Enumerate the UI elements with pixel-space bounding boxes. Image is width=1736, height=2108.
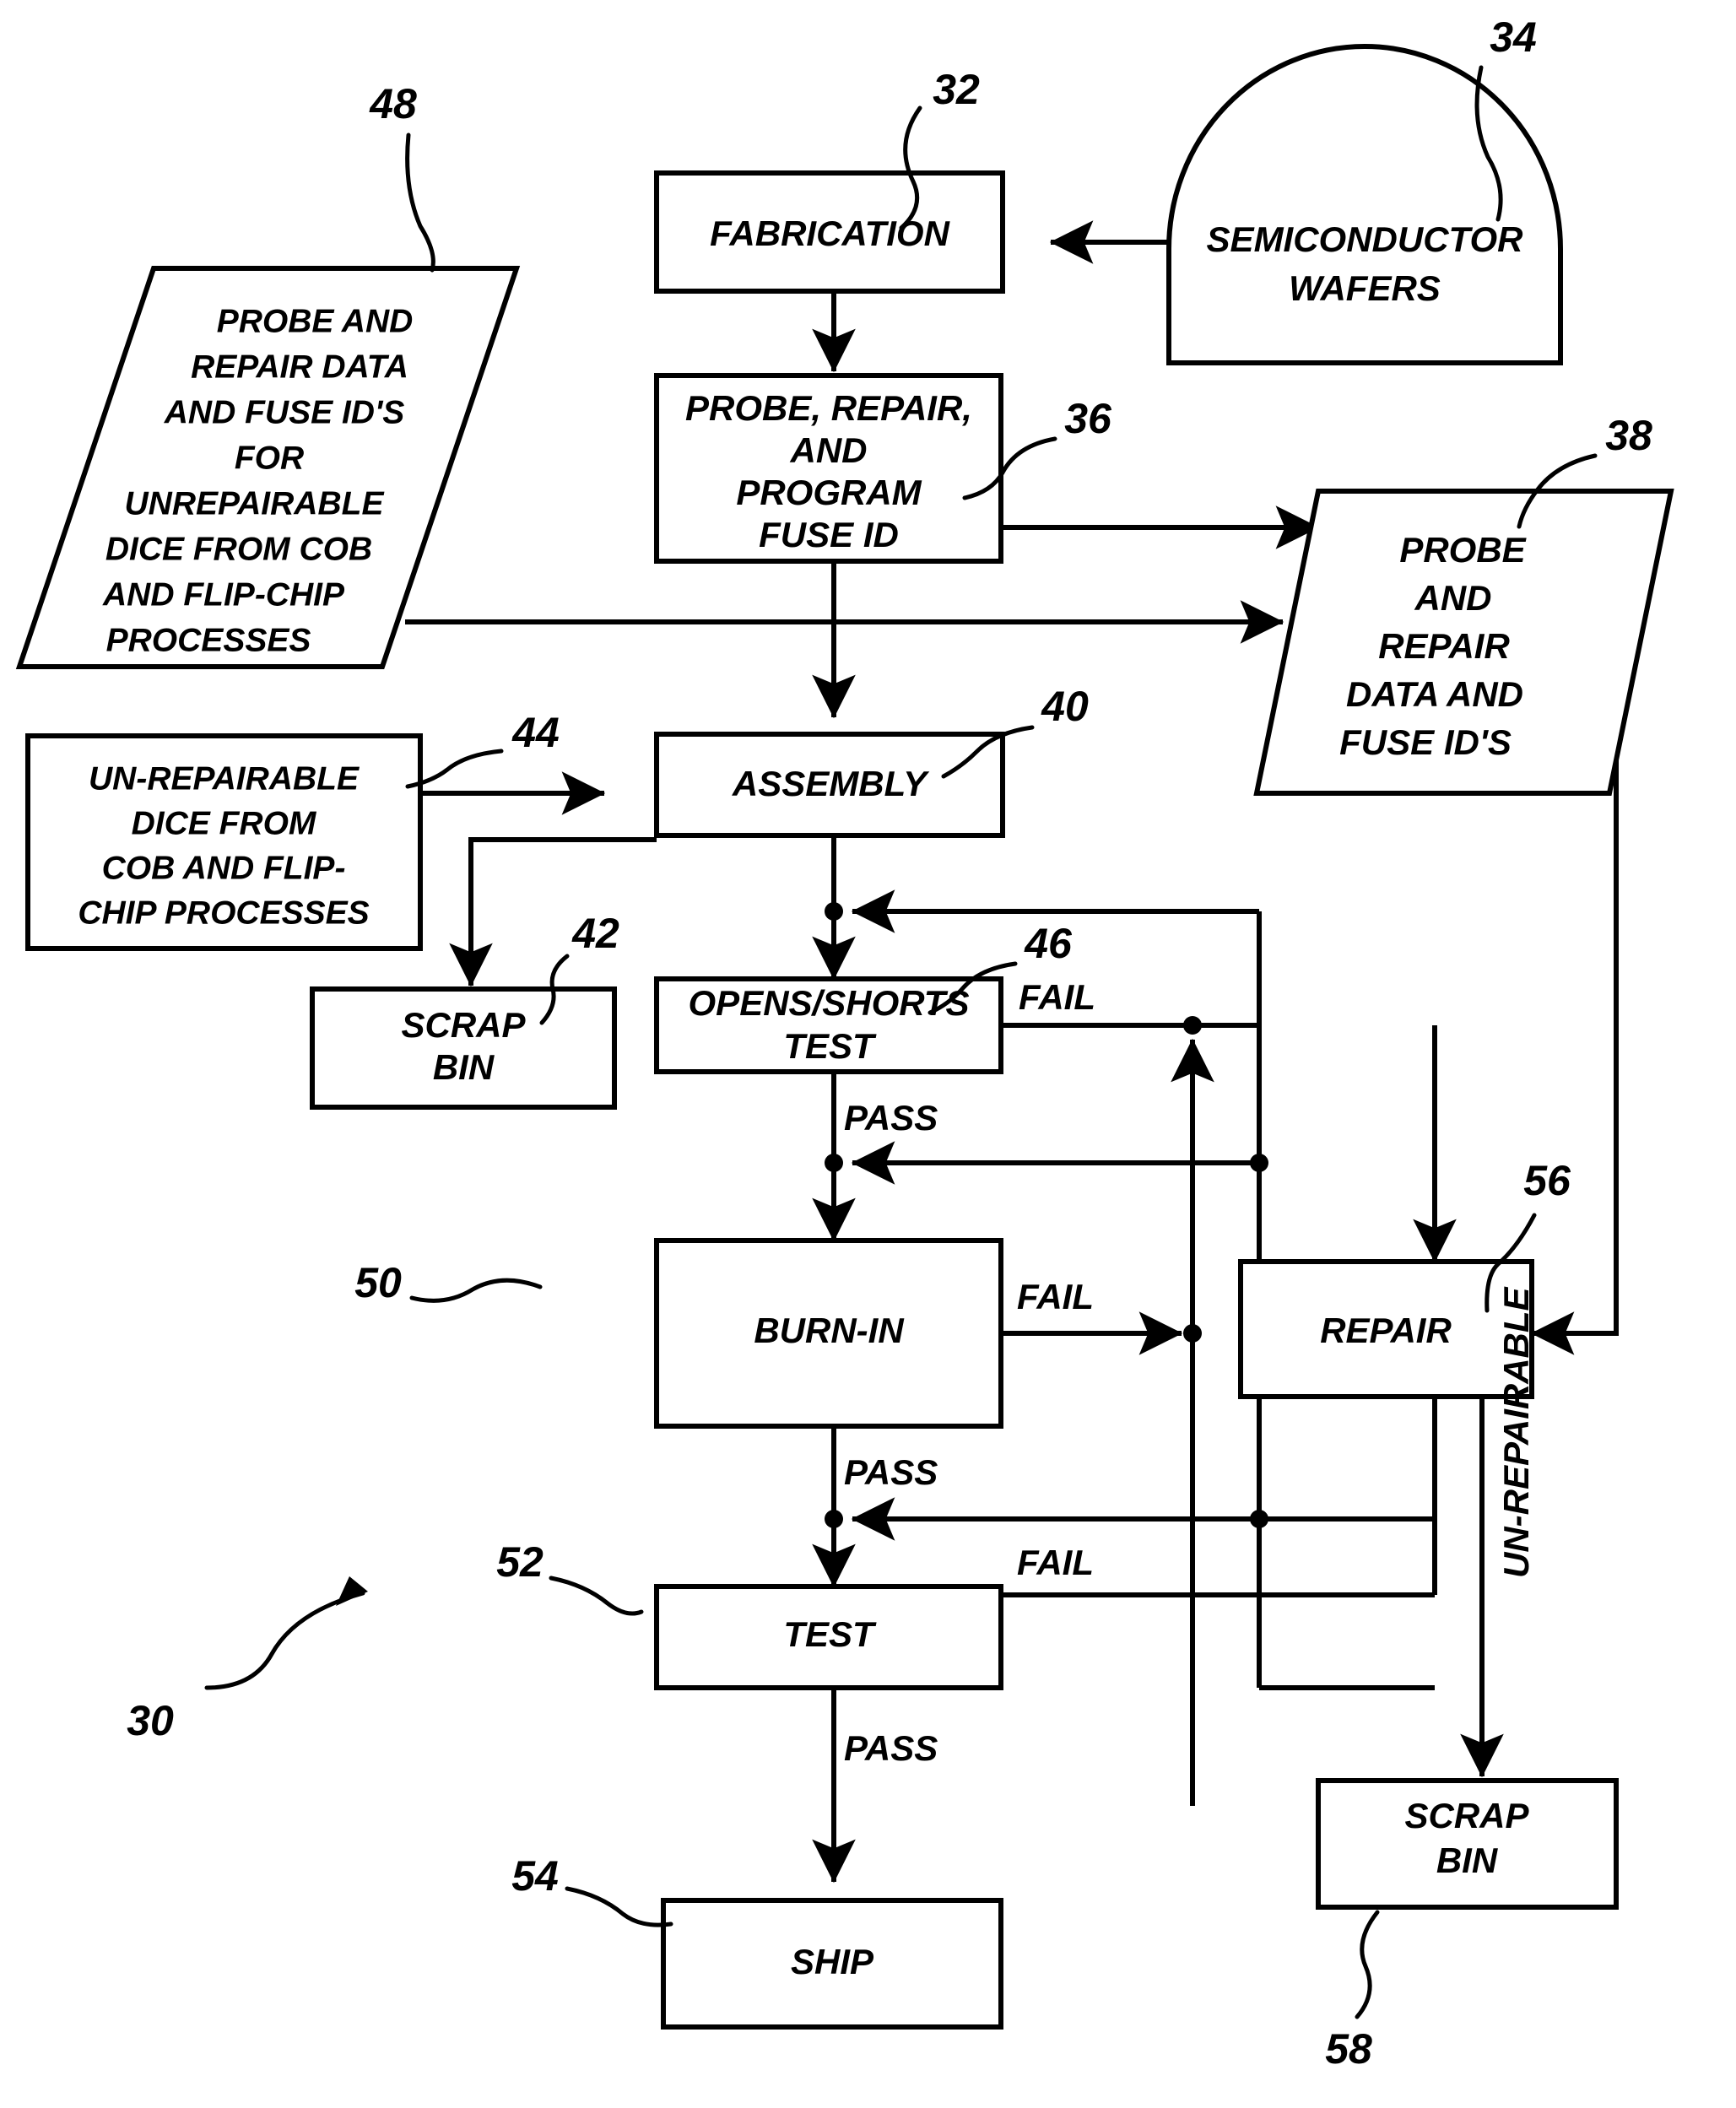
node-assembly-line-0: ASSEMBLY [732,764,930,803]
node-data-right-line-2: REPAIR [1378,626,1510,666]
node-scrap-bin-1[interactable]: SCRAP BIN [310,986,617,1110]
node-data-left-line-7: PROCESSES [106,622,311,658]
node-repair-line-0: REPAIR [1320,1311,1452,1350]
ref-numeral-36: 36 [1064,395,1112,442]
node-probe-line-0: PROBE, REPAIR, [685,388,972,428]
node-data-left-line-2: AND FUSE ID'S [164,394,404,430]
node-wafers-line-0: SEMICONDUCTOR [1207,219,1524,259]
ref-numeral-52: 52 [496,1538,544,1586]
node-scrap1-line-0: SCRAP [401,1005,526,1045]
ref-numeral-50: 50 [354,1259,402,1306]
ref-numeral-54: 54 [511,1852,559,1900]
ref-numeral-42: 42 [571,910,619,957]
node-fabrication[interactable]: FABRICATION [654,170,1005,294]
node-probe-line-2: PROGRAM [736,473,922,512]
junction-dot [825,1510,843,1528]
edge-label-burn-in-pass: PASS [844,1452,938,1492]
ref-numeral-46: 46 [1024,920,1073,967]
node-scrap1-line-1: BIN [433,1047,495,1087]
ref-numeral-58: 58 [1325,2025,1372,2073]
node-unrep-line-0: UN-REPAIRABLE [89,760,360,797]
node-scrap2-line-0: SCRAP [1404,1796,1529,1835]
edge-label-burn-in-fail: FAIL [1017,1277,1094,1316]
node-data-right-line-4: FUSE ID'S [1339,722,1512,762]
ref-numeral-48: 48 [369,80,417,127]
node-unrep-line-1: DICE FROM [132,805,317,841]
node-probe-line-3: FUSE ID [759,515,899,554]
edge-label-opens-shorts-fail: FAIL [1019,977,1095,1017]
node-os-line-1: TEST [783,1026,877,1066]
node-data-right-line-1: AND [1414,578,1492,618]
node-data-left-line-4: UNREPAIRABLE [125,485,385,522]
node-probe-repair-data-right[interactable]: PROBE AND REPAIR DATA AND FUSE ID'S [1253,489,1674,796]
ref-numeral-40: 40 [1041,683,1089,730]
ref-numeral-32: 32 [933,66,980,113]
node-probe-repair-data-left[interactable]: PROBE AND REPAIR DATA AND FUSE ID'S FOR … [15,266,521,669]
ref-numeral-44: 44 [511,709,560,756]
node-test[interactable]: TEST [654,1584,1003,1690]
edge-label-test-pass: PASS [844,1728,938,1768]
node-assembly[interactable]: ASSEMBLY [654,732,1005,838]
node-data-right-line-3: DATA AND [1346,674,1523,714]
ref-numeral-56: 56 [1523,1157,1571,1204]
node-data-left-line-3: FOR [235,440,304,476]
junction-dot [825,1154,843,1172]
node-scrap2-line-1: BIN [1436,1840,1499,1880]
edge-label-unrepairable: UN-REPAIRABLE [1496,1285,1536,1578]
node-fabrication-line-0: FABRICATION [710,214,951,253]
node-unrep-line-3: CHIP PROCESSES [78,895,369,931]
edge-assembly-to-scrap-bin-1 [449,837,657,987]
ref-numeral-30: 30 [127,1697,174,1744]
edge-label-test-fail: FAIL [1017,1543,1094,1582]
node-ship-line-0: SHIP [791,1942,874,1981]
edge-label-opens-shorts-pass: PASS [844,1098,938,1138]
node-unrepairable-dice[interactable]: UN-REPAIRABLE DICE FROM COB AND FLIP- CH… [25,733,423,951]
node-ship[interactable]: SHIP [661,1898,1003,2030]
node-probe-repair-program[interactable]: PROBE, REPAIR, AND PROGRAM FUSE ID [654,373,1003,564]
node-burn-in[interactable]: BURN-IN [654,1238,1003,1429]
node-data-left-line-6: AND FLIP-CHIP [102,576,345,613]
junction-dot [1183,1016,1202,1035]
junction-dot [1250,1154,1268,1172]
junction-dot [1250,1510,1268,1528]
patent-figure: FABRICATION SEMICONDUCTOR WAFERS PROBE, … [0,0,1736,2108]
edge-data-right-to-repair [1530,726,1619,1355]
node-data-left-line-0: PROBE AND [217,303,414,339]
node-scrap-bin-2[interactable]: SCRAP BIN [1316,1778,1619,1910]
node-opens-shorts-test[interactable]: OPENS/SHORTS TEST [654,976,1003,1074]
node-unrep-line-2: COB AND FLIP- [102,850,346,886]
ref-numeral-38: 38 [1605,412,1652,459]
junction-dot [1183,1324,1202,1343]
node-data-left-line-5: DICE FROM COB [105,531,372,567]
node-burn-in-line-0: BURN-IN [754,1311,905,1350]
node-data-right-line-0: PROBE [1399,530,1527,570]
ref-numeral-34: 34 [1490,14,1537,61]
node-os-line-0: OPENS/SHORTS [689,983,970,1023]
flowchart-canvas: FABRICATION SEMICONDUCTOR WAFERS PROBE, … [15,14,1674,2073]
node-wafers-line-1: WAFERS [1289,268,1441,308]
node-test-line-0: TEST [783,1614,877,1654]
node-probe-line-1: AND [790,430,868,470]
junction-dot [825,902,843,921]
node-data-left-line-1: REPAIR DATA [191,349,408,385]
